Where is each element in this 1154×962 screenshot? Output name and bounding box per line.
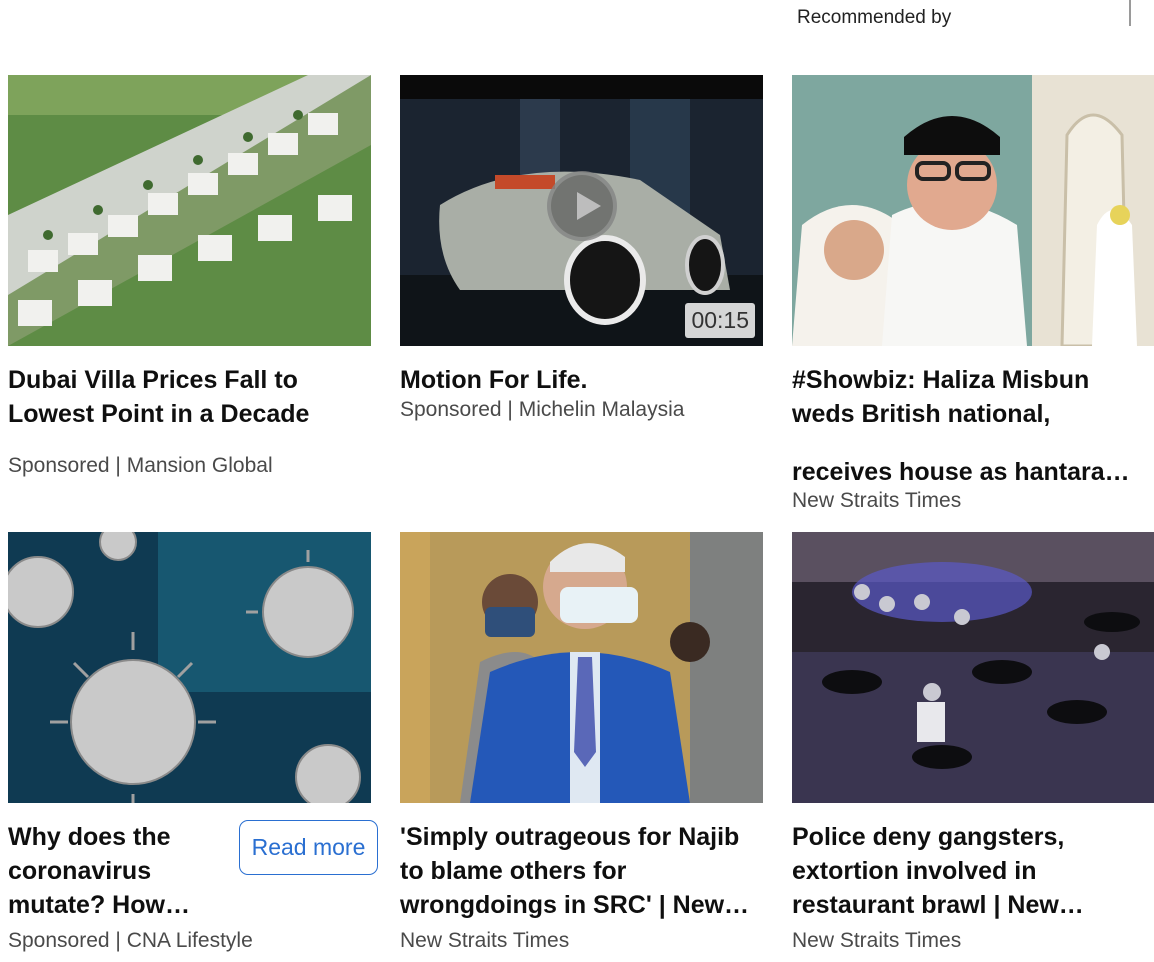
recommendation-card-showbiz[interactable]: #Showbiz: Haliza Misbun weds British nat…: [792, 75, 1154, 514]
card-source[interactable]: Sponsored | Mansion Global: [8, 453, 371, 479]
card-source[interactable]: New Straits Times: [792, 928, 1154, 954]
widget-header: Recommended by: [0, 0, 1154, 40]
thumbnail-restaurant-cctv-image[interactable]: [792, 532, 1154, 803]
thumbnail-najib-image[interactable]: [400, 532, 763, 803]
card-source[interactable]: Sponsored | CNA Lifestyle: [8, 928, 371, 954]
video-duration: 00:15: [685, 303, 755, 338]
card-title[interactable]: #Showbiz: Haliza Misbun weds British nat…: [792, 363, 1154, 431]
thumbnail-wedding-image[interactable]: [792, 75, 1154, 346]
card-title[interactable]: 'Simply outrageous for Najib to blame ot…: [400, 820, 763, 922]
header-divider: [1129, 0, 1131, 26]
card-title-continued[interactable]: receives house as hantara…: [792, 455, 1154, 489]
recommended-by-label: Recommended by: [797, 7, 952, 28]
recommendation-card-michelin[interactable]: 00:15 Motion For Life. Sponsored | Miche…: [400, 75, 763, 423]
card-source[interactable]: New Straits Times: [400, 928, 763, 954]
play-icon[interactable]: [547, 171, 617, 241]
read-more-button[interactable]: Read more: [239, 820, 378, 875]
thumbnail-villas-image[interactable]: [8, 75, 371, 346]
card-source[interactable]: New Straits Times: [792, 488, 1154, 514]
recommendation-card-najib[interactable]: 'Simply outrageous for Najib to blame ot…: [400, 532, 763, 954]
recommendation-card-dubai[interactable]: Dubai Villa Prices Fall to Lowest Point …: [8, 75, 371, 479]
card-title[interactable]: Police deny gangsters, extortion involve…: [792, 820, 1154, 922]
card-title[interactable]: Motion For Life.: [400, 363, 763, 397]
thumbnail-car-video[interactable]: 00:15: [400, 75, 763, 346]
card-title[interactable]: Why does the coronavirus mutate? How…: [8, 820, 208, 922]
card-title[interactable]: Dubai Villa Prices Fall to Lowest Point …: [8, 363, 371, 431]
recommendation-card-coronavirus[interactable]: Why does the coronavirus mutate? How… Sp…: [8, 532, 378, 954]
card-source[interactable]: Sponsored | Michelin Malaysia: [400, 397, 763, 423]
thumbnail-virus-image[interactable]: [8, 532, 371, 803]
recommendation-card-police[interactable]: Police deny gangsters, extortion involve…: [792, 532, 1154, 954]
